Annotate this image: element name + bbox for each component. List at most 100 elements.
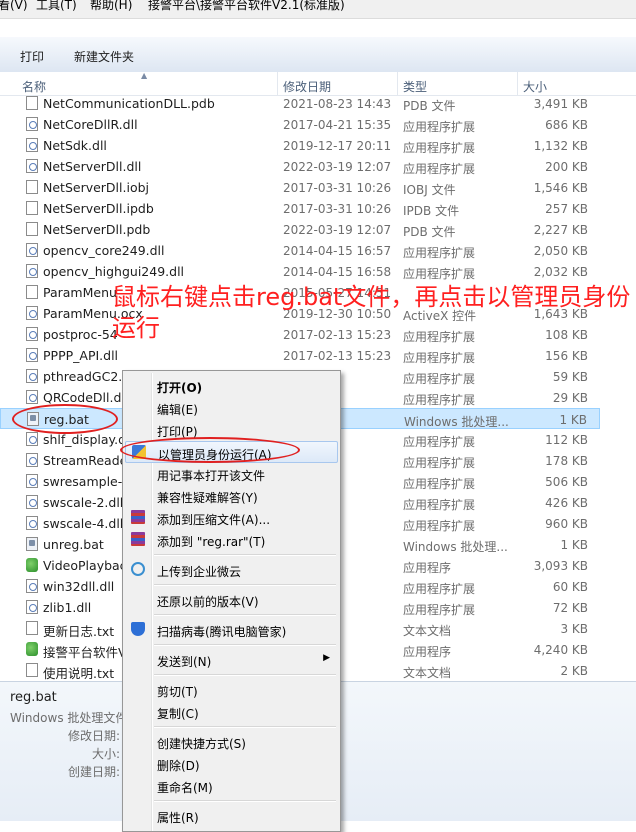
- context-menu-label: 创建快捷方式(S): [157, 737, 246, 751]
- file-type: IPDB 文件: [403, 204, 460, 218]
- context-menu-label: 添加到压缩文件(A)...: [157, 513, 271, 527]
- file-name: NetCoreDllR.dll: [43, 117, 138, 132]
- context-menu-item[interactable]: 剪切(T): [125, 679, 338, 701]
- file-name: NetSdk.dll: [43, 138, 107, 153]
- file-name: postproc-54: [43, 327, 118, 342]
- file-date: 2014-04-15 16:57: [283, 244, 392, 258]
- context-menu-label: 剪切(T): [157, 685, 198, 699]
- file-type: 应用程序扩展: [403, 162, 476, 176]
- file-size: 686 KB: [545, 118, 588, 132]
- menu-view[interactable]: 看(V): [0, 0, 28, 13]
- dll-icon: [26, 432, 38, 446]
- file-icon: [26, 201, 38, 215]
- file-date: 2017-02-13 15:23: [283, 349, 392, 363]
- context-menu-label: 删除(D): [157, 759, 200, 773]
- new-folder-button[interactable]: 新建文件夹: [74, 48, 134, 65]
- file-name: NetServerDll.iobj: [43, 180, 150, 195]
- dll-icon: [26, 159, 38, 173]
- file-size: 506 KB: [545, 475, 588, 489]
- file-type: 应用程序扩展: [403, 141, 476, 155]
- file-row[interactable]: NetServerDll.ipdb 2017-03-31 10:26 IPDB 文件…: [0, 198, 600, 219]
- context-menu-item[interactable]: 兼容性疑难解答(Y): [125, 485, 338, 507]
- file-size: 29 KB: [552, 391, 588, 405]
- context-menu-item[interactable]: 打开(O): [125, 375, 338, 397]
- file-name: swscale-2.dll: [43, 495, 124, 510]
- highlight-circle-file: [12, 404, 118, 434]
- file-name: QRCodeDll.dll: [43, 390, 129, 405]
- file-size: 1,132 KB: [533, 139, 588, 153]
- context-menu-item[interactable]: 上传到企业微云: [125, 559, 338, 581]
- file-size: 3,093 KB: [533, 559, 588, 573]
- file-row[interactable]: opencv_core249.dll 2014-04-15 16:57 应用程序扩展…: [0, 240, 600, 261]
- context-menu-item[interactable]: 编辑(E): [125, 397, 338, 419]
- file-name: opencv_highgui249.dll: [43, 264, 185, 279]
- file-size: 2,032 KB: [533, 265, 588, 279]
- toolbar: 打印 新建文件夹: [0, 37, 636, 73]
- context-menu-item[interactable]: 删除(D): [125, 753, 338, 775]
- file-size: 156 KB: [545, 349, 588, 363]
- menu-tools[interactable]: 工具(T): [36, 0, 77, 13]
- file-name: 使用说明.txt: [43, 666, 115, 681]
- dll-icon: [26, 453, 38, 467]
- file-name: swresample-2: [43, 474, 131, 489]
- file-type: 应用程序扩展: [403, 393, 476, 407]
- bat-icon: [26, 537, 38, 551]
- dll-icon: [26, 348, 38, 362]
- file-type: 应用程序扩展: [403, 351, 476, 365]
- context-menu-item[interactable]: 添加到 "reg.rar"(T): [125, 529, 338, 551]
- file-row[interactable]: NetSdk.dll 2019-12-17 20:11 应用程序扩展 1,132 KB: [0, 135, 600, 156]
- context-menu-label: 打开(O): [157, 381, 203, 395]
- menu-help[interactable]: 帮助(H): [90, 0, 132, 13]
- file-type: IOBJ 文件: [403, 183, 456, 197]
- context-menu-label: 兼容性疑难解答(Y): [157, 491, 258, 505]
- file-type: PDB 文件: [403, 99, 456, 113]
- file-date: 2017-03-31 10:26: [283, 181, 392, 195]
- context-menu-item[interactable]: 属性(R): [125, 805, 338, 827]
- print-button[interactable]: 打印: [20, 48, 44, 65]
- file-name: ParamMenu: [43, 285, 117, 300]
- file-row[interactable]: PPPP_API.dll 2017-02-13 15:23 应用程序扩展 156 KB: [0, 345, 600, 366]
- file-size: 960 KB: [545, 517, 588, 531]
- file-row[interactable]: NetServerDll.iobj 2017-03-31 10:26 IOBJ 文件…: [0, 177, 600, 198]
- file-type: 应用程序扩展: [403, 246, 476, 260]
- file-icon: [26, 663, 38, 677]
- dll-icon: [26, 138, 38, 152]
- file-row[interactable]: NetCoreDllR.dll 2017-04-21 15:35 应用程序扩展 686…: [0, 114, 600, 135]
- menu-separator: [154, 614, 336, 616]
- context-menu-item[interactable]: 扫描病毒(腾讯电脑管家): [125, 619, 338, 641]
- file-type: Windows 批处理...: [403, 540, 508, 554]
- file-row[interactable]: NetCommunicationDLL.pdb 2021-08-23 14:43 P…: [0, 93, 600, 114]
- context-menu-item[interactable]: 重命名(M): [125, 775, 338, 797]
- file-row[interactable]: opencv_highgui249.dll 2014-04-15 16:58 应用程…: [0, 261, 600, 282]
- exe-icon: [26, 642, 38, 656]
- file-name: StreamReade: [43, 453, 128, 468]
- file-type: 文本文档: [403, 666, 452, 680]
- context-menu-item[interactable]: 复制(C): [125, 701, 338, 723]
- sort-arrow-icon: ▲: [141, 71, 148, 80]
- file-size: 426 KB: [545, 496, 588, 510]
- file-row[interactable]: NetServerDll.dll 2022-03-19 12:07 应用程序扩展 20…: [0, 156, 600, 177]
- context-menu-label: 发送到(N): [157, 655, 212, 669]
- context-menu-item[interactable]: 添加到压缩文件(A)...: [125, 507, 338, 529]
- context-menu-item[interactable]: 发送到(N) ▶: [125, 649, 338, 671]
- file-type: 应用程序扩展: [403, 372, 476, 386]
- file-type: PDB 文件: [403, 225, 456, 239]
- file-date: 2021-08-23 14:43: [283, 97, 392, 111]
- file-size: 1 KB: [560, 538, 588, 552]
- dll-icon: [26, 117, 38, 131]
- file-name: swscale-4.dll: [43, 516, 124, 531]
- file-size: 257 KB: [545, 202, 588, 216]
- dll-icon: [26, 474, 38, 488]
- highlight-circle-menu: [120, 437, 300, 463]
- file-size: 4,240 KB: [533, 643, 588, 657]
- dll-icon: [26, 264, 38, 278]
- file-row[interactable]: NetServerDll.pdb 2022-03-19 12:07 PDB 文件 2,…: [0, 219, 600, 240]
- file-date: 2017-04-21 15:35: [283, 118, 392, 132]
- menu-separator: [154, 584, 336, 586]
- file-size: 1,546 KB: [533, 181, 588, 195]
- address-path: 接警平台\接警平台软件V2.1(标准版): [148, 0, 345, 12]
- file-type: Windows 批处理...: [404, 415, 509, 429]
- context-menu-item[interactable]: 用记事本打开该文件: [125, 463, 338, 485]
- context-menu-item[interactable]: 还原以前的版本(V): [125, 589, 338, 611]
- context-menu-item[interactable]: 创建快捷方式(S): [125, 731, 338, 753]
